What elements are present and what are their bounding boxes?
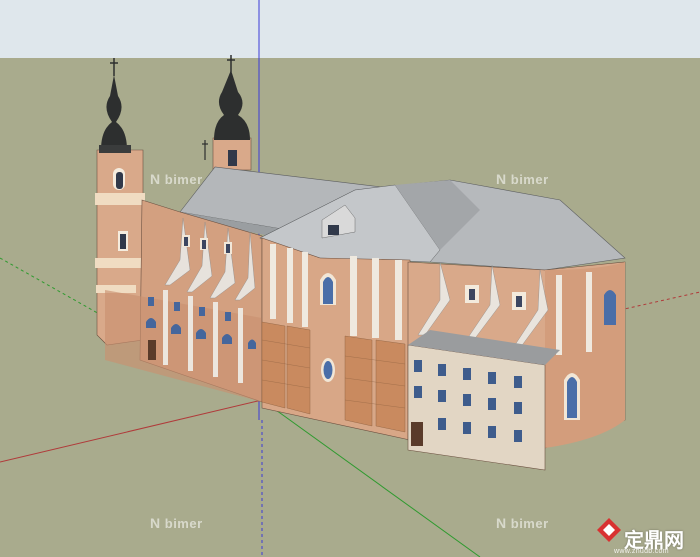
- watermark: N bimer: [150, 515, 203, 531]
- watermark: N bimer: [496, 171, 549, 187]
- sky-background: [0, 0, 700, 58]
- logo-url: www.zhudb.com: [614, 548, 669, 555]
- watermark: N bimer: [496, 515, 549, 531]
- sketchup-viewport[interactable]: [0, 0, 700, 557]
- watermark: N bimer: [150, 171, 203, 187]
